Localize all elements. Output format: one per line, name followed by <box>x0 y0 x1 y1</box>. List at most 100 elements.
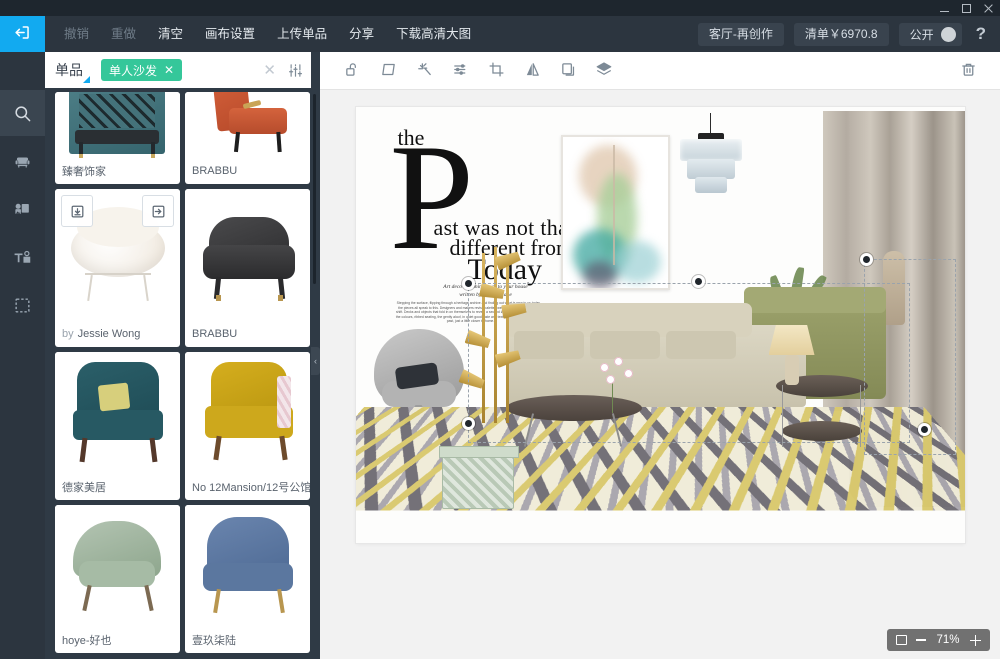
panel-tab-items[interactable]: 单品 <box>55 60 90 83</box>
visibility-toggle[interactable]: 公开 <box>898 22 962 46</box>
download-icon[interactable] <box>61 195 93 227</box>
zoom-controls: 71% <box>887 629 990 651</box>
product-card[interactable]: No 12Mansion/12号公馆 <box>185 352 310 500</box>
zoom-out-button[interactable] <box>916 639 926 641</box>
selection-handle-top-left[interactable] <box>461 277 475 290</box>
moodboard-canvas[interactable]: the P ast was not that different from To… <box>355 107 965 543</box>
tool-layers[interactable] <box>586 56 622 86</box>
project-name-pill[interactable]: 客厅-再创作 <box>697 22 784 46</box>
sliders-icon <box>452 61 469 81</box>
rail-item-selection[interactable] <box>0 282 45 328</box>
product-caption: 壹玖柒陆 <box>185 627 310 653</box>
orchid-arrangement[interactable] <box>584 357 644 417</box>
card-hover-actions <box>55 189 180 321</box>
product-thumbnail <box>185 92 310 158</box>
menu-item-undo[interactable]: 撤销 <box>53 16 100 52</box>
product-card[interactable]: 臻奢饰家 <box>55 92 180 184</box>
menu-item-redo[interactable]: 重做 <box>100 16 147 52</box>
product-card[interactable]: BRABBU <box>185 92 310 184</box>
product-grid: 臻奢饰家 BRABBU by Jessie Wong BRABBU 德家美居 N… <box>45 88 320 659</box>
product-brand: 德家美居 <box>62 482 106 494</box>
product-thumbnail <box>55 352 180 474</box>
clear-filters-icon[interactable]: ✕ <box>263 63 276 78</box>
panel-header: 单品 单人沙发 ✕ ✕ <box>45 52 311 88</box>
selection-handle-mid-left[interactable] <box>461 417 475 430</box>
product-card[interactable]: 德家美居 <box>55 352 180 500</box>
framed-artwork[interactable] <box>560 135 670 290</box>
menu-item-download-hd[interactable]: 下载高清大图 <box>385 16 482 52</box>
product-card[interactable]: hoye-好也 <box>55 505 180 653</box>
product-by-prefix: by <box>62 328 74 340</box>
top-right-actions: 客厅-再创作 清单￥6970.8 公开 ? <box>697 22 1000 46</box>
product-thumbnail <box>185 352 310 474</box>
storage-basket[interactable] <box>438 446 519 509</box>
selection-handle-bottom-right[interactable] <box>917 423 931 436</box>
panel-collapse-handle[interactable]: ‹ <box>311 347 320 375</box>
products-panel: 单品 单人沙发 ✕ ✕ 臻奢饰家 BRABBU by Jessie Wong B… <box>45 52 320 659</box>
left-rail <box>0 52 45 659</box>
toggle-knob[interactable] <box>940 26 956 42</box>
selection-handle-mid[interactable] <box>691 275 705 288</box>
menu-item-clear[interactable]: 清空 <box>147 16 194 52</box>
side-table[interactable] <box>775 375 868 461</box>
tool-magic[interactable] <box>406 56 442 86</box>
product-caption: No 12Mansion/12号公馆 <box>185 474 310 500</box>
product-card[interactable]: by Jessie Wong <box>55 189 180 347</box>
price-list-pill[interactable]: 清单￥6970.8 <box>793 22 889 46</box>
menu-item-canvas-settings[interactable]: 画布设置 <box>194 16 266 52</box>
insert-icon[interactable] <box>142 195 174 227</box>
zoom-level-value: 71% <box>936 634 960 646</box>
rail-item-scene[interactable] <box>0 186 45 232</box>
product-brand: BRABBU <box>192 328 238 340</box>
fit-screen-icon[interactable] <box>896 635 907 645</box>
product-thumbnail <box>55 505 180 627</box>
tool-flip[interactable] <box>514 56 550 86</box>
help-button[interactable]: ? <box>972 24 990 44</box>
product-thumbnail <box>185 505 310 627</box>
window-maximize-button[interactable] <box>961 3 972 14</box>
product-caption: BRABBU <box>185 321 310 347</box>
product-thumbnail <box>55 189 180 321</box>
app-root: 撤销 重做 清空 画布设置 上传单品 分享 下载高清大图 客厅-再创作 清单￥6… <box>0 0 1000 659</box>
image-icon <box>13 200 32 219</box>
menu-item-share[interactable]: 分享 <box>338 16 385 52</box>
sliders-icon[interactable] <box>288 63 303 78</box>
window-close-button[interactable] <box>983 3 994 14</box>
rail-item-furniture[interactable] <box>0 138 45 184</box>
armchair-icon <box>13 152 32 171</box>
chandelier[interactable] <box>674 113 748 213</box>
perspective-icon <box>380 61 397 81</box>
brass-floor-lamp[interactable] <box>452 247 544 427</box>
crop-icon <box>488 61 505 81</box>
filter-tag-remove-icon[interactable]: ✕ <box>164 64 174 76</box>
product-thumbnail <box>55 92 180 158</box>
rail-item-search[interactable] <box>0 90 45 136</box>
product-card[interactable]: BRABBU <box>185 189 310 347</box>
product-brand: Jessie Wong <box>77 328 141 340</box>
selection-handle-top-right[interactable] <box>859 253 873 266</box>
product-caption: hoye-好也 <box>55 627 180 653</box>
tool-duplicate[interactable] <box>550 56 586 86</box>
zoom-in-button[interactable] <box>970 634 981 646</box>
table-lamp[interactable] <box>768 325 815 387</box>
exit-arrow-icon <box>13 23 32 45</box>
panel-scrollbar[interactable] <box>313 94 316 284</box>
window-minimize-button[interactable] <box>939 3 950 14</box>
canvas-viewport[interactable]: the P ast was not that different from To… <box>320 90 1000 659</box>
product-card[interactable]: 壹玖柒陆 <box>185 505 310 653</box>
product-brand: BRABBU <box>192 165 238 177</box>
chevron-left-icon: ‹ <box>314 356 317 366</box>
product-caption: 德家美居 <box>55 474 180 500</box>
tool-lock[interactable] <box>334 56 370 86</box>
trash-icon <box>960 61 977 81</box>
product-caption: 臻奢饰家 <box>55 158 180 184</box>
delete-button[interactable] <box>950 56 986 86</box>
exit-button[interactable] <box>0 16 45 52</box>
tool-crop[interactable] <box>478 56 514 86</box>
tool-transform[interactable] <box>370 56 406 86</box>
filter-tag-single-sofa[interactable]: 单人沙发 ✕ <box>101 59 183 81</box>
tool-adjust[interactable] <box>442 56 478 86</box>
menu-item-upload-item[interactable]: 上传单品 <box>266 16 338 52</box>
rail-item-text[interactable] <box>0 234 45 280</box>
marquee-icon <box>13 296 32 315</box>
